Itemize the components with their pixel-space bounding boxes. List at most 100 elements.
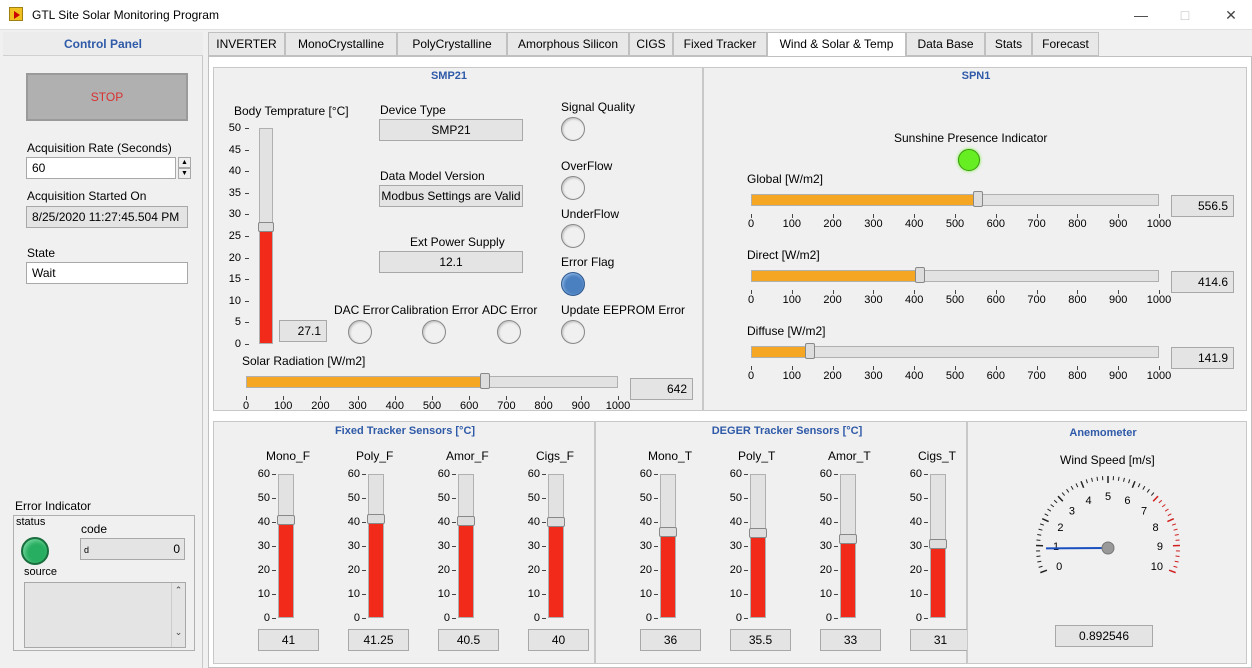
sensor-tick: 20 xyxy=(909,564,922,576)
gauge-tick xyxy=(1040,569,1048,574)
error-code-prefix: d xyxy=(84,545,90,555)
sensor-mark xyxy=(272,522,276,523)
sensor-tick: 60 xyxy=(819,468,832,480)
sensor-mark xyxy=(924,570,928,571)
source-scrollbar[interactable]: ⌃ ⌄ xyxy=(171,583,185,647)
smp21-panel: SMP21 Body Temprature [°C] 50 45 40 35 30 25 2… xyxy=(213,67,703,412)
sensor-label: Poly_T xyxy=(738,449,776,463)
state-label: State xyxy=(27,246,56,260)
sensor-thumb[interactable] xyxy=(277,514,295,525)
sensor-label: Mono_T xyxy=(648,449,693,463)
global-slider[interactable] xyxy=(751,191,1159,207)
title-bar: GTL Site Solar Monitoring Program — □ ✕ xyxy=(0,0,1252,30)
sensor-tick: 0 xyxy=(735,612,742,624)
body-temp-thumb[interactable] xyxy=(258,222,274,233)
direct-scale-tick: 800 xyxy=(1068,294,1087,306)
tab-monocrystalline[interactable]: MonoCrystalline xyxy=(285,32,397,56)
stop-button[interactable]: STOP xyxy=(26,73,188,121)
acq-started-label: Acquisition Started On xyxy=(27,189,147,203)
close-icon[interactable]: ✕ xyxy=(1221,5,1241,25)
tab-data-base[interactable]: Data Base xyxy=(906,32,985,56)
minimize-icon[interactable]: — xyxy=(1131,5,1151,25)
diffuse-slider[interactable] xyxy=(751,343,1159,359)
tab-forecast[interactable]: Forecast xyxy=(1032,32,1099,56)
sensor-mark xyxy=(272,498,276,499)
sensor-thumb[interactable] xyxy=(457,516,475,527)
sensor-tick: 60 xyxy=(909,468,922,480)
direct-slider[interactable] xyxy=(751,267,1159,283)
sensor-tick: 10 xyxy=(729,588,742,600)
sensor-thumb[interactable] xyxy=(839,533,857,544)
sensor-tick: 0 xyxy=(353,612,360,624)
sensor-thumb[interactable] xyxy=(749,527,767,538)
gauge-tick xyxy=(1150,492,1155,496)
diffuse-scale-tick: 400 xyxy=(905,370,924,382)
sensor-mark xyxy=(272,570,276,571)
direct-bar-fill xyxy=(752,271,921,281)
increment-arrow-icon[interactable]: ▲ xyxy=(178,157,191,168)
signal-quality-led xyxy=(561,117,585,141)
tab-wind-solar-temp[interactable]: Wind & Solar & Temp xyxy=(767,32,906,57)
sensor-mark xyxy=(654,546,658,547)
sensor-gauge xyxy=(367,474,385,618)
sensor-mark xyxy=(452,594,456,595)
sensor-tick: 50 xyxy=(347,492,360,504)
gauge-tick xyxy=(1137,483,1141,488)
gauge-tick xyxy=(1038,528,1043,531)
body-temp-tick: 50 xyxy=(228,122,241,134)
solar-bar-fill xyxy=(247,377,485,387)
adc-error-label: ADC Error xyxy=(482,303,538,317)
tab-polycrystalline[interactable]: PolyCrystalline xyxy=(397,32,507,56)
app-icon xyxy=(9,7,23,21)
global-label: Global [W/m2] xyxy=(747,172,824,186)
sensor-thumb[interactable] xyxy=(367,514,385,525)
decrement-arrow-icon[interactable]: ▼ xyxy=(178,168,191,179)
solar-bar-thumb[interactable] xyxy=(479,373,490,389)
dac-error-led xyxy=(348,320,372,344)
error-source-field[interactable]: ⌃ ⌄ xyxy=(24,582,186,648)
direct-scale-tick: 300 xyxy=(864,294,883,306)
sensor-mark xyxy=(834,570,838,571)
sensor-thumb[interactable] xyxy=(547,517,565,528)
wind-speed-value: 0.892546 xyxy=(1055,625,1153,647)
sensor-tick: 10 xyxy=(639,588,652,600)
tab-stats[interactable]: Stats xyxy=(985,32,1032,56)
ext-power-label: Ext Power Supply xyxy=(410,235,505,249)
diffuse-scale-tick: 800 xyxy=(1068,370,1087,382)
acq-rate-input[interactable]: 60 xyxy=(26,157,176,179)
sensor-value: 40.5 xyxy=(438,629,499,651)
error-cluster: status code d 0 source ⌃ ⌄ xyxy=(13,515,195,651)
tab-cigs[interactable]: CIGS xyxy=(629,32,673,56)
gauge-tick xyxy=(1152,495,1159,502)
sensor-mark xyxy=(924,474,928,475)
tab-inverter[interactable]: INVERTER xyxy=(208,32,285,56)
sensor-mark xyxy=(654,594,658,595)
body-temp-tick: 45 xyxy=(228,143,241,156)
global-scale-tick: 600 xyxy=(986,218,1005,230)
calibration-error-led xyxy=(422,320,446,344)
control-panel-title: Control Panel xyxy=(3,32,203,56)
body-temp-tick: 20 xyxy=(228,251,241,264)
direct-bar-thumb[interactable] xyxy=(915,267,926,283)
sensor-mark xyxy=(744,594,748,595)
sensor-tick: 20 xyxy=(819,564,832,576)
solar-radiation-slider[interactable] xyxy=(246,373,618,389)
sensor-tick: 0 xyxy=(263,612,270,624)
sensor-label: Amor_T xyxy=(828,449,871,463)
diffuse-bar-thumb[interactable] xyxy=(804,343,815,359)
sensor-thumb[interactable] xyxy=(659,526,677,537)
sensor-mark xyxy=(272,474,276,475)
sensor-mark xyxy=(924,546,928,547)
spn1-title: SPN1 xyxy=(961,70,991,82)
direct-scale-tick: 500 xyxy=(945,294,965,306)
tab-fixed-tracker[interactable]: Fixed Tracker xyxy=(673,32,767,56)
global-bar-thumb[interactable] xyxy=(972,191,983,207)
maximize-icon[interactable]: □ xyxy=(1175,5,1195,25)
deger-tracker-title: DEGER Tracker Sensors [°C] xyxy=(711,425,863,437)
body-temp-tick: 35 xyxy=(228,186,241,199)
sensor-thumb[interactable] xyxy=(929,538,947,549)
sensor-tick: 50 xyxy=(437,492,450,504)
gauge-tick xyxy=(1047,508,1052,512)
sensor-tick: 20 xyxy=(347,564,360,576)
tab-amorphous-silicon[interactable]: Amorphous Silicon xyxy=(507,32,629,56)
